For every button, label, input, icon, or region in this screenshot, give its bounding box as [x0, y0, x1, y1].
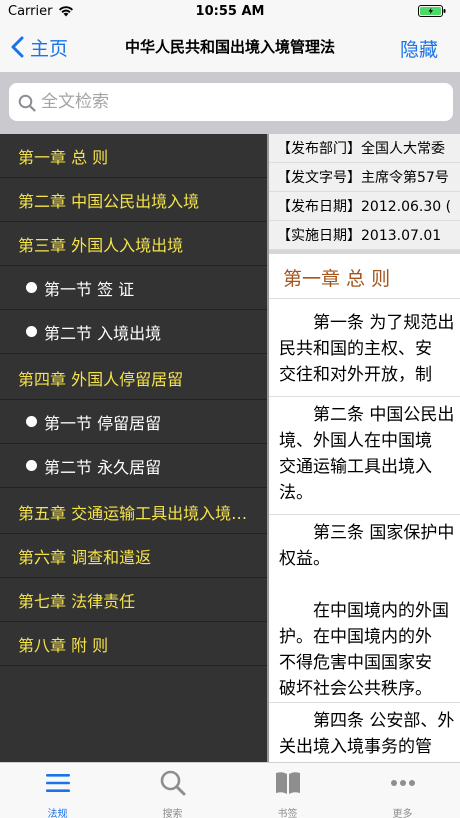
divider: [269, 514, 460, 515]
article-1: 第一条 为了规范出 民共和国的主权、安 交往和对外开放，制: [279, 310, 460, 388]
toc-item-section-3-2[interactable]: 第二节 入境出境: [0, 310, 267, 354]
toc-item-label: 第二章 中国公民出境入境: [18, 191, 200, 211]
text-line: 第二条 中国公民出: [279, 405, 455, 425]
text-line: 民共和国的主权、安: [279, 339, 432, 359]
bullet-icon: [26, 460, 37, 471]
toc-item-label: 第六章 调查和遣返: [18, 547, 152, 567]
battery-icon: [418, 5, 446, 17]
article-4: 第四条 公安部、外 关出境入境事务的管: [279, 708, 460, 760]
divider: [269, 702, 460, 703]
toc-item-chapter-4[interactable]: 第四章 外国人停留居留: [0, 356, 267, 400]
hide-button[interactable]: 隐藏: [400, 35, 438, 62]
toc-item-label: 第七章 法律责任: [18, 591, 136, 611]
text-line: 第三条 国家保护中: [279, 523, 455, 543]
text-line: 在中国境内的外国: [279, 601, 449, 621]
article-2: 第二条 中国公民出 境、外国人在中国境 交通运输工具出境入 法。: [279, 402, 460, 506]
toc-item-label: 第一节 签 证: [44, 279, 135, 299]
chapter-heading: 第一章 总 则: [283, 268, 391, 290]
text-line: 权益。: [279, 549, 330, 569]
nav-bar: 主页 中华人民共和国出境入境管理法 隐藏: [0, 22, 460, 72]
law-content[interactable]: 【发布部门】全国人大常委 【发文字号】主席令第57号 【发布日期】2012.06…: [269, 134, 460, 762]
book-icon: [275, 772, 300, 794]
list-icon: [45, 774, 70, 792]
tab-label: 搜索: [162, 809, 183, 818]
divider: [269, 298, 460, 299]
text-line: 不得危害中国国家安: [279, 653, 432, 673]
bullet-icon: [26, 416, 37, 427]
page-title: 中华人民共和国出境入境管理法: [124, 38, 335, 56]
toc-item-chapter-6[interactable]: 第六章 调查和遣返: [0, 534, 267, 578]
bullet-icon: [26, 326, 37, 337]
divider: [269, 250, 460, 254]
tab-laws[interactable]: 法规: [0, 769, 115, 818]
meta-publish-date: 【发布日期】2012.06.30 (: [269, 192, 460, 221]
text-line: 第四条 公安部、外: [279, 711, 455, 731]
toc-item-label: 第四章 外国人停留居留: [18, 369, 184, 389]
toc-item-chapter-1[interactable]: 第一章 总 则: [0, 134, 267, 178]
search-icon: [160, 770, 185, 796]
status-time: 10:55 AM: [195, 4, 265, 19]
meta-effective-date: 【实施日期】2013.07.01: [269, 221, 460, 250]
text-line: 关出境入境事务的管: [279, 737, 432, 757]
text-line: 交往和对外开放，制: [279, 365, 432, 385]
tab-bookmarks[interactable]: 书签: [230, 769, 345, 818]
search-box[interactable]: [9, 83, 453, 121]
text-line: 境、外国人在中国境: [279, 431, 432, 451]
bullet-icon: [26, 282, 37, 293]
toc-item-label: 第五章 交通运输工具出境入境边防检查: [18, 503, 253, 523]
text-line: 破坏社会公共秩序。: [279, 679, 432, 699]
tab-more[interactable]: 更多: [345, 769, 460, 818]
document-metadata: 【发布部门】全国人大常委 【发文字号】主席令第57号 【发布日期】2012.06…: [269, 134, 460, 250]
toc-item-section-4-2[interactable]: 第二节 永久居留: [0, 444, 267, 488]
text-line: 交通运输工具出境入: [279, 457, 432, 477]
meta-document-number: 【发文字号】主席令第57号: [269, 163, 460, 192]
text-line: 护。在中国境内的外: [279, 627, 432, 647]
toc-item-label: 第一章 总 则: [18, 147, 109, 167]
text-line: 法。: [279, 483, 313, 503]
divider: [269, 396, 460, 397]
toc-item-label: 第三章 外国人入境出境: [18, 235, 184, 255]
tab-label: 书签: [277, 809, 298, 818]
table-of-contents: 第一章 总 则 第二章 中国公民出境入境 第三章 外国人入境出境 第一节 签 证…: [0, 134, 267, 762]
meta-department: 【发布部门】全国人大常委: [269, 134, 460, 163]
status-bar: Carrier 10:55 AM: [0, 0, 460, 22]
toc-item-chapter-2[interactable]: 第二章 中国公民出境入境: [0, 178, 267, 222]
article-3: 第三条 国家保护中 权益。 在中国境内的外国 护。在中国境内的外 不得危害中国国…: [279, 520, 460, 702]
search-bar-area: [0, 72, 460, 134]
toc-item-label: 第八章 附 则: [18, 635, 109, 655]
tab-label: 更多: [392, 809, 413, 818]
more-icon: [390, 780, 415, 786]
search-input[interactable]: [41, 88, 441, 116]
toc-item-section-4-1[interactable]: 第一节 停留居留: [0, 400, 267, 444]
tab-bar: 法规 搜索 书签 更多: [0, 762, 460, 818]
text-line: 第一条 为了规范出: [279, 313, 455, 333]
toc-item-chapter-3[interactable]: 第三章 外国人入境出境: [0, 222, 267, 266]
toc-item-chapter-8[interactable]: 第八章 附 则: [0, 622, 267, 666]
toc-item-label: 第二节 入境出境: [44, 323, 162, 343]
toc-item-chapter-5[interactable]: 第五章 交通运输工具出境入境边防检查: [0, 490, 267, 534]
tab-search[interactable]: 搜索: [115, 769, 230, 818]
search-icon: [18, 94, 36, 112]
toc-item-section-3-1[interactable]: 第一节 签 证: [0, 266, 267, 310]
text-line: [279, 572, 460, 598]
toc-item-label: 第一节 停留居留: [44, 413, 162, 433]
toc-item-label: 第二节 永久居留: [44, 457, 162, 477]
toc-item-chapter-7[interactable]: 第七章 法律责任: [0, 578, 267, 622]
tab-label: 法规: [47, 809, 68, 818]
